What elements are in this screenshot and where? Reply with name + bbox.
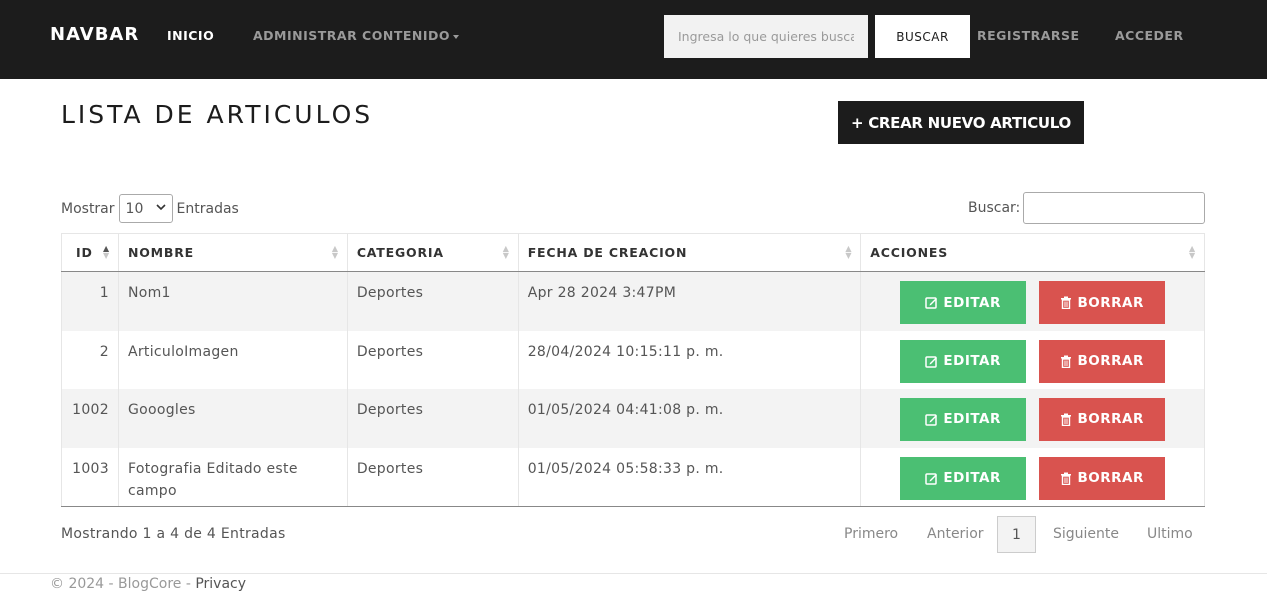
table-row: 2 ArticuloImagen Deportes 28/04/2024 10:… xyxy=(61,330,1205,389)
trash-icon xyxy=(1061,296,1072,309)
caret-down-icon xyxy=(453,34,459,39)
articles-table: ID ▲ ▼ NOMBRE ▲ ▼ CATEGORIA ▲ ▼ FECHA DE CREAC… xyxy=(61,233,1205,507)
edit-button[interactable]: EDITAR xyxy=(900,281,1027,324)
navbar-search-button[interactable]: BUSCAR xyxy=(875,15,970,58)
cell-fecha: Apr 28 2024 3:47PM xyxy=(518,271,862,331)
cell-id: 2 xyxy=(61,330,119,389)
page-length-control: Mostrar 10 Entradas xyxy=(61,194,239,223)
sort-icon: ▲ ▼ xyxy=(1189,244,1196,260)
table-filter: Buscar: xyxy=(968,192,1206,224)
page-length-select[interactable]: 10 xyxy=(118,194,173,223)
delete-button[interactable]: BORRAR xyxy=(1039,397,1166,441)
footer-text: © 2024 - BlogCore - xyxy=(50,576,196,592)
show-label: Mostrar xyxy=(61,200,115,217)
cell-nombre: Nom1 xyxy=(118,271,348,331)
table-search-input[interactable] xyxy=(1023,192,1206,224)
trash-icon xyxy=(1061,355,1072,368)
column-header-id[interactable]: ID ▲ ▼ xyxy=(61,233,119,272)
page-title: LISTA DE ARTICULOS xyxy=(61,100,374,129)
sort-icon: ▲ ▼ xyxy=(331,244,339,260)
cell-nombre: Gooogles xyxy=(118,388,348,448)
nav-link-inicio[interactable]: INICIO xyxy=(167,28,214,43)
footer: © 2024 - BlogCore - Privacy xyxy=(50,576,246,592)
delete-button[interactable]: BORRAR xyxy=(1039,339,1166,383)
cell-categoria: Deportes xyxy=(347,271,519,331)
filter-label: Buscar: xyxy=(968,200,1021,216)
edit-button[interactable]: EDITAR xyxy=(900,456,1027,500)
column-header-nombre[interactable]: NOMBRE ▲ ▼ xyxy=(118,233,348,272)
cell-nombre: Fotografia Editado este campo xyxy=(118,447,348,507)
cell-acciones: EDITAR BORRAR xyxy=(860,388,1205,448)
footer-divider xyxy=(0,573,1267,574)
table-header-row: ID ▲ ▼ NOMBRE ▲ ▼ CATEGORIA ▲ ▼ FECHA DE CREAC… xyxy=(61,233,1205,272)
edit-icon xyxy=(925,472,938,485)
edit-button[interactable]: EDITAR xyxy=(900,339,1027,383)
edit-button[interactable]: EDITAR xyxy=(900,397,1027,441)
edit-icon xyxy=(925,413,938,426)
cell-acciones: EDITAR BORRAR xyxy=(860,271,1205,331)
cell-categoria: Deportes xyxy=(347,330,519,389)
cell-categoria: Deportes xyxy=(347,388,519,448)
nav-dropdown-admin-label: ADMINISTRAR CONTENIDO xyxy=(253,28,450,43)
page-length-value: 10 xyxy=(125,200,144,217)
pagination-last[interactable]: Ultimo xyxy=(1147,526,1193,542)
delete-button[interactable]: BORRAR xyxy=(1039,281,1166,324)
navbar: NAVBAR INICIO ADMINISTRAR CONTENIDO BUSC… xyxy=(0,0,1267,79)
table-info: Mostrando 1 a 4 de 4 Entradas xyxy=(61,526,286,542)
sort-icon: ▲ ▼ xyxy=(845,244,853,260)
nav-link-register[interactable]: REGISTRARSE xyxy=(977,28,1080,43)
sort-icon: ▲ ▼ xyxy=(103,244,110,260)
cell-fecha: 01/05/2024 04:41:08 p. m. xyxy=(518,388,862,448)
cell-acciones: EDITAR BORRAR xyxy=(860,330,1205,389)
sort-icon: ▲ ▼ xyxy=(502,244,510,260)
edit-icon xyxy=(925,297,938,309)
nav-link-login[interactable]: ACCEDER xyxy=(1115,28,1184,43)
privacy-link[interactable]: Privacy xyxy=(195,576,246,592)
cell-id: 1002 xyxy=(61,388,119,448)
navbar-search-input[interactable] xyxy=(664,15,868,58)
table-row: 1003 Fotografia Editado este campo Depor… xyxy=(61,447,1205,507)
trash-icon xyxy=(1061,413,1072,426)
nav-dropdown-admin[interactable]: ADMINISTRAR CONTENIDO xyxy=(253,28,459,43)
cell-id: 1 xyxy=(61,271,119,331)
edit-icon xyxy=(925,355,938,368)
cell-acciones: EDITAR BORRAR xyxy=(860,447,1205,507)
create-article-button[interactable]: + CREAR NUEVO ARTICULO xyxy=(838,101,1084,144)
pagination-first[interactable]: Primero xyxy=(844,526,898,542)
pagination-previous[interactable]: Anterior xyxy=(927,526,984,542)
chevron-down-icon xyxy=(155,203,166,214)
cell-categoria: Deportes xyxy=(347,447,519,507)
table-row: 1 Nom1 Deportes Apr 28 2024 3:47PM EDITA… xyxy=(61,271,1205,331)
pagination-page-1[interactable]: 1 xyxy=(997,516,1036,553)
cell-fecha: 28/04/2024 10:15:11 p. m. xyxy=(518,330,862,389)
cell-nombre: ArticuloImagen xyxy=(118,330,348,389)
pagination-next[interactable]: Siguiente xyxy=(1053,526,1119,542)
column-header-acciones[interactable]: ACCIONES ▲ ▼ xyxy=(860,233,1205,272)
entries-label: Entradas xyxy=(176,200,239,217)
column-header-fecha[interactable]: FECHA DE CREACION ▲ ▼ xyxy=(518,233,862,272)
delete-button[interactable]: BORRAR xyxy=(1039,456,1166,500)
trash-icon xyxy=(1061,472,1072,485)
column-header-categoria[interactable]: CATEGORIA ▲ ▼ xyxy=(347,233,519,272)
navbar-brand[interactable]: NAVBAR xyxy=(50,24,139,45)
table-row: 1002 Gooogles Deportes 01/05/2024 04:41:… xyxy=(61,388,1205,448)
cell-id: 1003 xyxy=(61,447,119,507)
cell-fecha: 01/05/2024 05:58:33 p. m. xyxy=(518,447,862,507)
